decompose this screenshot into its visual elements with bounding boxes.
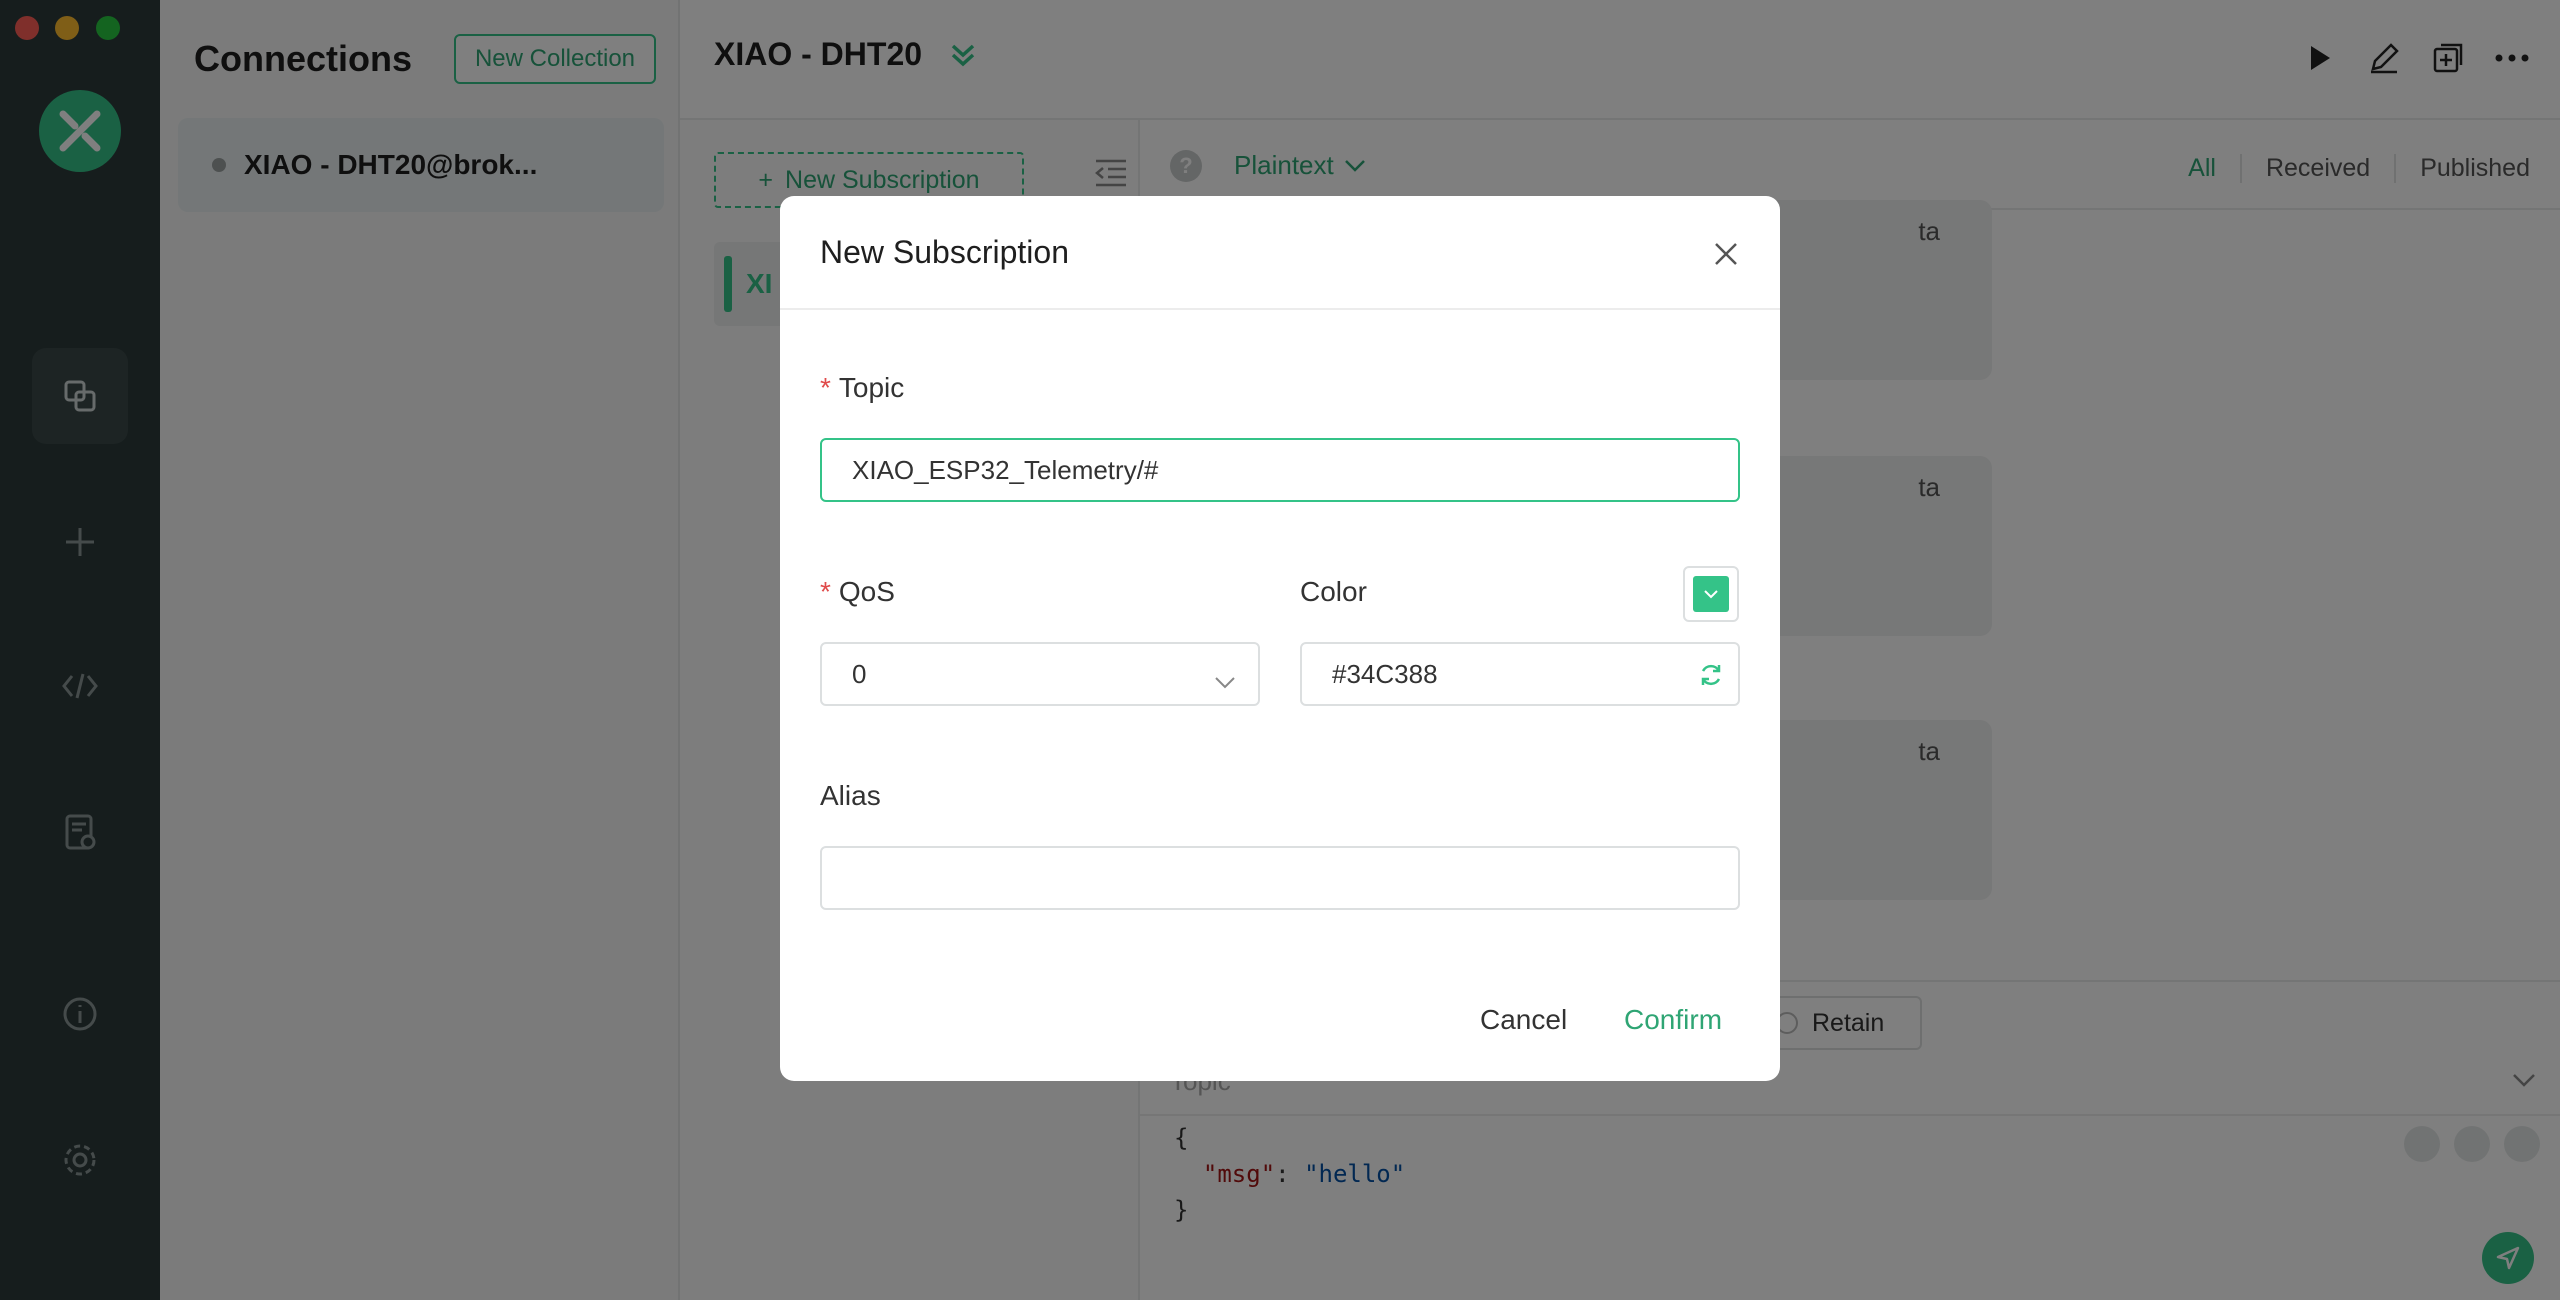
topic-input[interactable]: XIAO_ESP32_Telemetry/# [820,438,1740,502]
required-marker: * [820,576,831,607]
alias-label: Alias [820,780,881,811]
color-label: Color [1300,576,1367,607]
color-picker-button[interactable] [1683,566,1739,622]
required-marker: * [820,372,831,403]
color-swatch [1693,576,1729,612]
qos-select[interactable]: 0 [820,642,1260,706]
confirm-button[interactable]: Confirm [1624,1004,1722,1036]
dialog-title: New Subscription [820,234,1069,270]
dialog-header: New Subscription [780,196,1780,310]
color-value: #34C388 [1332,658,1438,689]
close-icon[interactable] [1710,238,1742,270]
chevron-down-icon [1704,590,1718,599]
new-subscription-dialog: New Subscription * Topic XIAO_ESP32_Telem… [780,196,1780,1081]
chevron-down-icon [1214,666,1236,697]
topic-label-text: Topic [838,372,905,403]
topic-label: * Topic [820,372,904,404]
cancel-button[interactable]: Cancel [1480,1004,1567,1036]
qos-label: * QoS [820,576,895,608]
app-window: Connections New Collection XIAO - DHT20@… [0,0,2560,1300]
qos-value: 0 [852,658,867,689]
refresh-icon[interactable] [1698,662,1724,695]
color-input[interactable]: #34C388 [1300,642,1740,706]
qos-label-text: QoS [838,576,895,607]
alias-input[interactable] [820,846,1740,910]
